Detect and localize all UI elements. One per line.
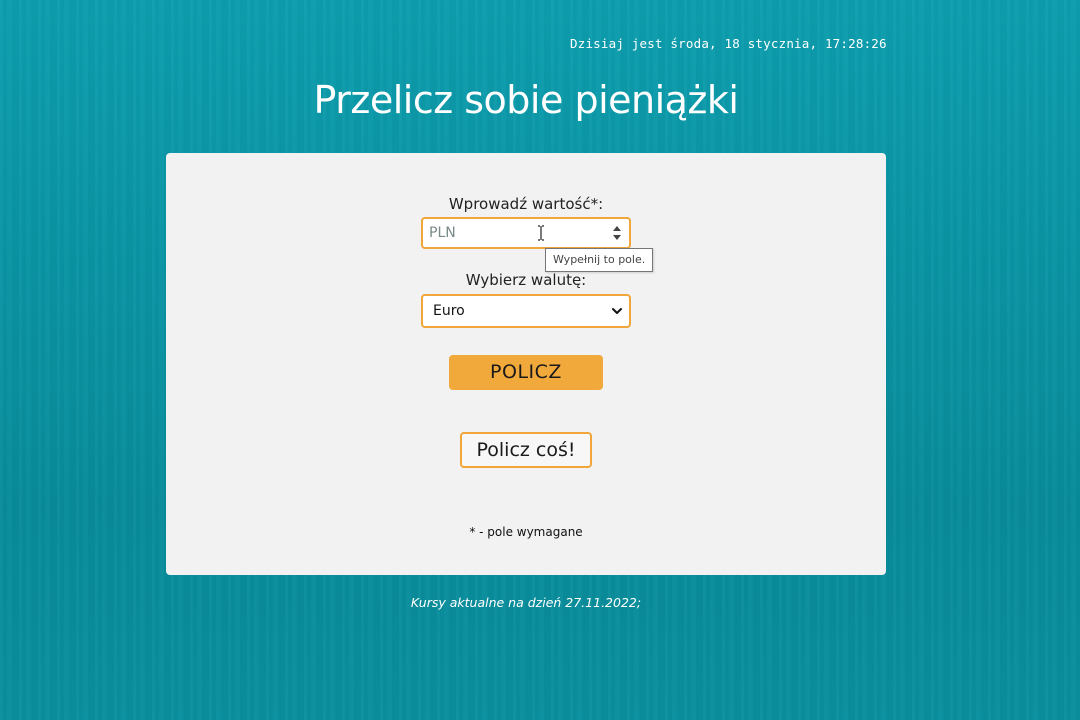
validation-tooltip: Wypełnij to pole. <box>545 248 654 272</box>
currency-select[interactable]: Euro <box>421 294 631 328</box>
currency-selected-value: Euro <box>433 303 465 319</box>
spinner-up-icon[interactable] <box>613 226 621 231</box>
amount-field[interactable] <box>421 217 631 249</box>
required-field-note: * - pole wymagane <box>469 525 583 539</box>
calculate-button[interactable]: POLICZ <box>449 355 603 390</box>
rates-date-note: Kursy aktualne na dzień 27.11.2022; <box>410 595 642 610</box>
current-date-time: Dzisiaj jest środa, 18 stycznia, 17:28:2… <box>570 36 887 51</box>
chevron-down-icon <box>612 308 622 314</box>
spinner-down-icon[interactable] <box>613 235 621 240</box>
amount-label: Wprowadź wartość*: <box>448 195 604 213</box>
amount-input[interactable] <box>423 219 603 247</box>
page-title: Przelicz sobie pieniążki <box>313 78 739 122</box>
calculate-something-button[interactable]: Policz coś! <box>460 432 592 468</box>
currency-label: Wybierz walutę: <box>465 271 587 289</box>
number-spinner-icon[interactable] <box>611 224 623 242</box>
converter-card: Wprowadź wartość*: Wypełnij to pole. Wyb… <box>166 153 886 575</box>
text-cursor-icon <box>538 225 544 241</box>
